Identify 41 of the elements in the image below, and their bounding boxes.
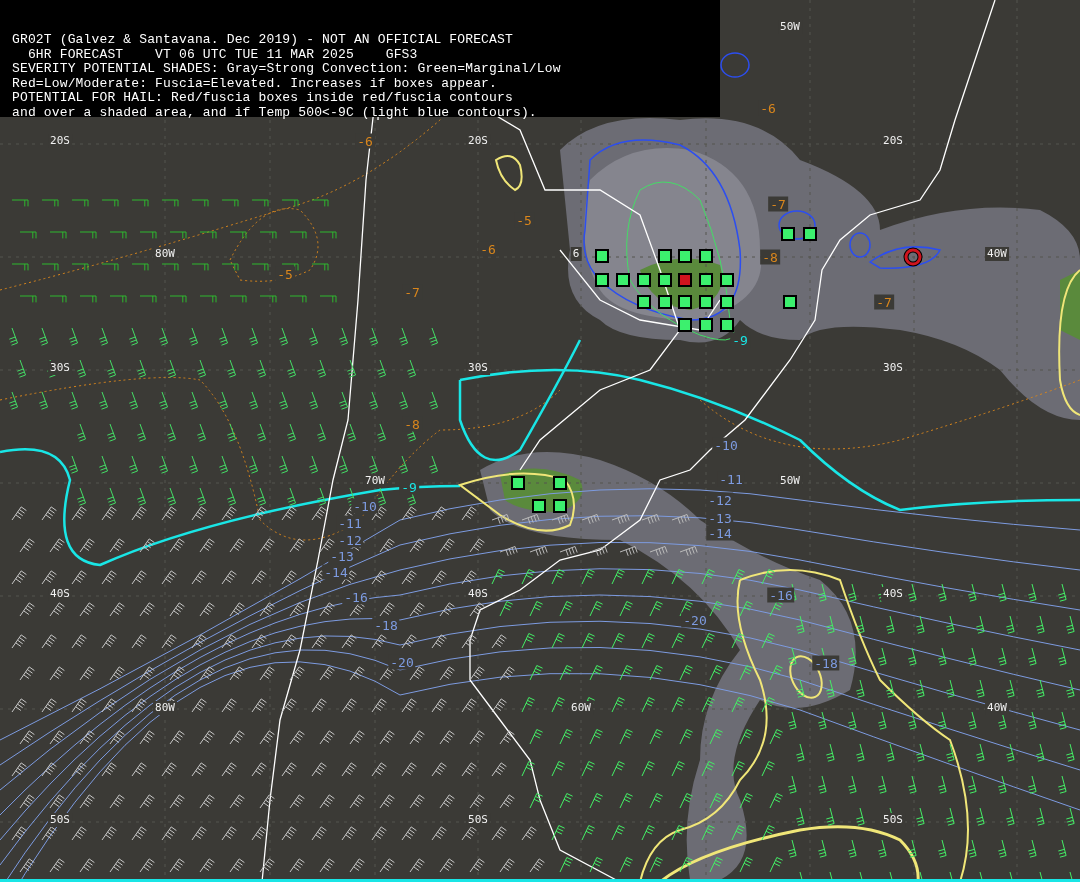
coordinate-label: 30S (466, 361, 490, 375)
coordinate-label: 20S (466, 134, 490, 148)
contour-label: -20 (681, 612, 709, 628)
contour-label: -9 (399, 479, 419, 495)
contour-label: -18 (372, 617, 400, 633)
contour-label: -7 (874, 294, 894, 310)
coordinate-label: 40W (985, 701, 1009, 715)
contour-label: -5 (275, 266, 295, 282)
contour-label: -7 (768, 196, 788, 212)
coordinate-label: 80W (153, 247, 177, 261)
contour-label: -10 (712, 437, 740, 453)
contour-label: -13 (328, 548, 356, 564)
legend-text: and over a shaded area, and if Temp 500<-9C (light blue contours). (12, 105, 538, 120)
contour-label: -14 (322, 564, 350, 580)
coordinate-label: 50S (48, 813, 72, 827)
coordinate-label: 50S (881, 813, 905, 827)
legend-text: GR02T (Galvez & Santavana. Dec 2019) - NOT AN OFFICIAL FORECAST (12, 33, 514, 48)
contour-label: -14 (706, 525, 734, 541)
contour-label: -13 (706, 510, 734, 526)
contour-label: -16 (767, 587, 795, 603)
legend-text: Red=Low/Moderate: Fuscia=Elevated. Increases if boxes appear. (12, 76, 499, 91)
legend-text: POTENTIAL FOR HAIL: Red/fuscia boxes inside red/fuscia contours (12, 91, 514, 106)
legend-text: SEVERITY POTENTIAL SHADES: Gray=Strong Convection: Green=Marginal/Low (12, 62, 562, 77)
contour-label: -6 (478, 241, 498, 257)
hail-marker-icon (903, 247, 923, 267)
coordinate-label: 40W (985, 247, 1009, 261)
coordinate-label: 20S (881, 134, 905, 148)
contour-label: -10 (351, 498, 379, 514)
contour-label: -9 (730, 332, 750, 348)
coordinate-label: 80W (153, 701, 177, 715)
coordinate-label: 6 (570, 247, 582, 261)
coordinate-label: 40S (466, 587, 490, 601)
coordinate-label: 60W (569, 701, 593, 715)
legend-text: 6HR FORECAST VT 06 UTC TUE 11 MAR 2025 GFS3 (26, 47, 419, 62)
coordinate-label: 20S (48, 134, 72, 148)
contour-label: -8 (760, 249, 780, 265)
coordinate-label: 70W (363, 474, 387, 488)
coordinate-label: 50S (466, 813, 490, 827)
coordinate-label: 40S (881, 587, 905, 601)
coordinate-label: 30S (48, 361, 72, 375)
contour-label: -18 (812, 655, 840, 671)
